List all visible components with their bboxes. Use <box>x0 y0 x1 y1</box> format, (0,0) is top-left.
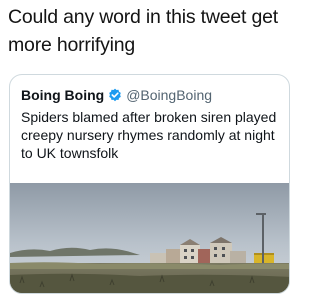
meme-caption: Could any word in this tweet get more ho… <box>8 6 278 56</box>
verified-badge-icon <box>108 88 122 102</box>
author-name[interactable]: Boing Boing <box>21 87 104 103</box>
tweet-text: Spiders blamed after broken siren played… <box>21 109 277 161</box>
tweet-header: Boing Boing @BoingBoing <box>21 85 212 105</box>
tweet-card[interactable]: Boing Boing @BoingBoing Spiders blamed a… <box>9 74 290 294</box>
author-handle[interactable]: @BoingBoing <box>126 87 212 103</box>
tweet-photo[interactable] <box>10 183 289 293</box>
town-photo-image <box>10 183 289 293</box>
